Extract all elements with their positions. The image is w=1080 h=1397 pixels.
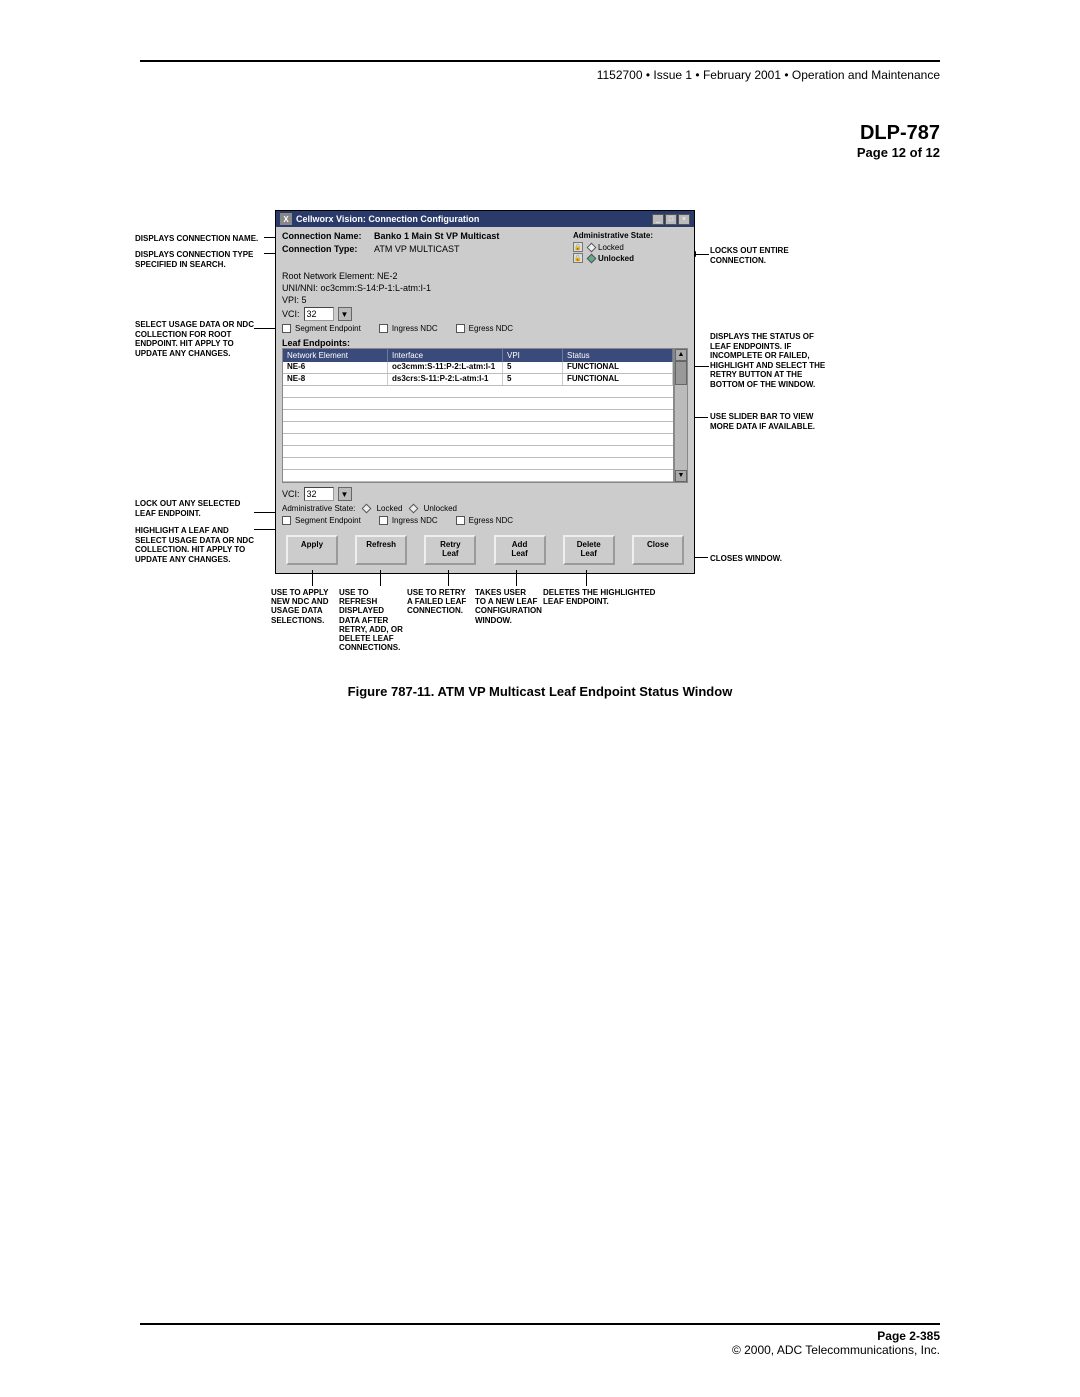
col-status: Status xyxy=(563,349,673,362)
segment-endpoint-checkbox[interactable] xyxy=(282,324,291,333)
col-interface: Interface xyxy=(388,349,503,362)
footer-copyright: © 2000, ADC Telecommunications, Inc. xyxy=(140,1343,940,1357)
table-row[interactable]: NE-8 ds3crs:S-11:P-2:L-atm:I-1 5 FUNCTIO… xyxy=(283,374,673,386)
egress-ndc-label: Egress NDC xyxy=(469,324,513,333)
lock-open-icon: 🔓 xyxy=(573,253,583,263)
callout-conn-name: DISPLAYS CONNECTION NAME. xyxy=(135,234,265,244)
minimize-icon[interactable]: _ xyxy=(652,214,664,225)
uni-nni: UNI/NNI: oc3cmm:S-14:P-1:L-atm:I-1 xyxy=(282,283,688,293)
callout-delete: DELETES THE HIGHLIGHTED LEAF ENDPOINT. xyxy=(543,588,663,652)
radio-locked-2[interactable] xyxy=(362,504,372,514)
vci-label: VCI: xyxy=(282,309,300,319)
callout-retry: USE TO RETRY A FAILED LEAF CONNECTION. xyxy=(407,588,475,652)
maximize-icon[interactable]: □ xyxy=(665,214,677,225)
table-scrollbar[interactable]: ▲ ▼ xyxy=(674,348,688,483)
callout-closes: CLOSES WINDOW. xyxy=(710,554,810,564)
callout-usage: SELECT USAGE DATA OR NDC COLLECTION FOR … xyxy=(135,320,255,358)
ingress-ndc-label: Ingress NDC xyxy=(392,324,438,333)
refresh-button[interactable]: Refresh xyxy=(355,535,407,565)
segment-endpoint-checkbox-2[interactable] xyxy=(282,516,291,525)
radio-locked[interactable] xyxy=(587,242,597,252)
callout-conn-type: DISPLAYS CONNECTION TYPE SPECIFIED IN SE… xyxy=(135,250,265,269)
locked-label: Locked xyxy=(598,243,624,252)
window-title: Cellworx Vision: Connection Configuratio… xyxy=(296,214,652,224)
vci2-input[interactable] xyxy=(304,487,334,501)
segment-endpoint-label: Segment Endpoint xyxy=(295,324,361,333)
page-of: Page 12 of 12 xyxy=(140,145,940,160)
callout-status: DISPLAYS THE STATUS OF LEAF ENDPOINTS. I… xyxy=(710,332,836,390)
vci-input[interactable] xyxy=(304,307,334,321)
dialog-window: X Cellworx Vision: Connection Configurat… xyxy=(275,210,695,574)
vci2-label: VCI: xyxy=(282,489,300,499)
titlebar: X Cellworx Vision: Connection Configurat… xyxy=(276,211,694,227)
callout-refresh: USE TO REFRESH DISPLAYED DATA AFTER RETR… xyxy=(339,588,407,652)
vci2-dropdown-icon[interactable]: ▼ xyxy=(338,487,352,501)
radio-unlocked-2[interactable] xyxy=(409,504,419,514)
leaf-table[interactable]: Network Element Interface VPI Status NE-… xyxy=(282,348,674,483)
callout-lock-selected: LOCK OUT ANY SELECTED LEAF ENDPOINT. xyxy=(135,499,255,518)
ingress-ndc-checkbox[interactable] xyxy=(379,324,388,333)
col-network-element: Network Element xyxy=(283,349,388,362)
dlp-number: DLP-787 xyxy=(140,122,940,145)
figure-caption: Figure 787-11. ATM VP Multicast Leaf End… xyxy=(140,684,940,699)
callout-slider: USE SLIDER BAR TO VIEW MORE DATA IF AVAI… xyxy=(710,412,830,431)
callout-locks-out: LOCKS OUT ENTIRE CONNECTION. xyxy=(710,246,830,265)
egress-ndc-checkbox-2[interactable] xyxy=(456,516,465,525)
scroll-up-icon[interactable]: ▲ xyxy=(675,349,687,361)
leaf-endpoints-label: Leaf Endpoints: xyxy=(276,336,694,348)
conn-type-label: Connection Type: xyxy=(282,244,374,254)
conn-name-value: Banko 1 Main St VP Multicast xyxy=(374,231,499,241)
vci-dropdown-icon[interactable]: ▼ xyxy=(338,307,352,321)
vpi: VPI: 5 xyxy=(282,295,688,305)
admin-state2-label: Administrative State: xyxy=(282,504,355,513)
root-ne: Root Network Element: NE-2 xyxy=(282,271,688,281)
footer-page: Page 2-385 xyxy=(140,1329,940,1343)
scroll-down-icon[interactable]: ▼ xyxy=(675,470,687,482)
delete-leaf-button[interactable]: Delete Leaf xyxy=(563,535,615,565)
table-row[interactable]: NE-6 oc3cmm:S-11:P-2:L-atm:I-1 5 FUNCTIO… xyxy=(283,362,673,374)
callout-highlight-leaf: HIGHLIGHT A LEAF AND SELECT USAGE DATA O… xyxy=(135,526,255,564)
figure-area: DISPLAYS CONNECTION NAME. DISPLAYS CONNE… xyxy=(140,210,940,660)
retry-leaf-button[interactable]: Retry Leaf xyxy=(424,535,476,565)
conn-name-label: Connection Name: xyxy=(282,231,374,241)
egress-ndc-checkbox[interactable] xyxy=(456,324,465,333)
apply-button[interactable]: Apply xyxy=(286,535,338,565)
ingress-ndc-checkbox-2[interactable] xyxy=(379,516,388,525)
titlebar-sysmenu-icon[interactable]: X xyxy=(280,213,292,225)
admin-state-label: Administrative State: xyxy=(573,231,688,240)
page-header: 1152700 • Issue 1 • February 2001 • Oper… xyxy=(140,68,940,82)
close-button[interactable]: Close xyxy=(632,535,684,565)
close-icon[interactable]: × xyxy=(678,214,690,225)
scroll-thumb[interactable] xyxy=(675,361,687,385)
lock-closed-icon: 🔒 xyxy=(573,242,583,252)
col-vpi: VPI xyxy=(503,349,563,362)
radio-unlocked[interactable] xyxy=(587,253,597,263)
conn-type-value: ATM VP MULTICAST xyxy=(374,244,460,254)
callout-apply: USE TO APPLY NEW NDC AND USAGE DATA SELE… xyxy=(271,588,339,652)
add-leaf-button[interactable]: Add Leaf xyxy=(494,535,546,565)
unlocked-label: Unlocked xyxy=(598,254,634,263)
callout-add: TAKES USER TO A NEW LEAF CONFIGURATION W… xyxy=(475,588,543,652)
